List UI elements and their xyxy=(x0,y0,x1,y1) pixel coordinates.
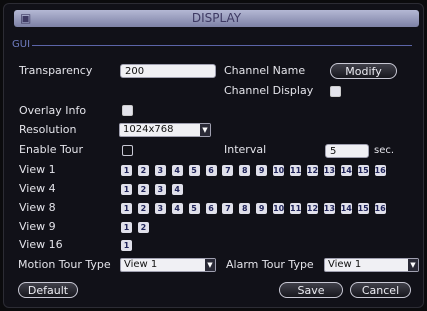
channel-display-label: Channel Display xyxy=(224,84,314,97)
view-8-label: View 8 xyxy=(19,201,56,214)
alarm-tour-type-label: Alarm Tour Type xyxy=(226,258,314,271)
enable-tour-checkbox[interactable] xyxy=(122,145,133,156)
view-4-channels: 1234 xyxy=(121,184,391,195)
view-1-channels: 1 2 3 4 5 6 7 8 9 10 11 12 13 14 15 16 xyxy=(121,165,391,176)
alarm-tour-type-select[interactable]: View 1 ▼ xyxy=(324,258,419,272)
channel-toggle[interactable]: 11 xyxy=(290,203,301,214)
channel-toggle[interactable]: 3 xyxy=(154,165,166,176)
overlay-info-checkbox[interactable] xyxy=(122,105,133,116)
channel-toggle[interactable]: 8 xyxy=(239,203,251,214)
channel-toggle[interactable]: 13 xyxy=(323,165,335,176)
dropdown-arrow-icon: ▼ xyxy=(200,124,210,136)
default-button[interactable]: Default xyxy=(18,282,78,298)
section-gui-label: GUI xyxy=(12,39,31,50)
channel-toggle[interactable]: 1 xyxy=(121,240,132,251)
channel-toggle[interactable]: 2 xyxy=(137,184,149,195)
view-16-channels: 1 xyxy=(121,240,391,251)
channel-toggle[interactable]: 1 xyxy=(121,165,132,176)
channel-toggle[interactable]: 5 xyxy=(188,165,200,176)
channel-toggle[interactable]: 13 xyxy=(323,203,335,214)
channel-toggle[interactable]: 12 xyxy=(306,165,318,176)
alarm-tour-type-value: View 1 xyxy=(328,259,362,270)
channel-toggle[interactable]: 7 xyxy=(222,165,234,176)
motion-tour-type-value: View 1 xyxy=(124,259,158,270)
motion-tour-type-select[interactable]: View 1 ▼ xyxy=(120,258,216,272)
channel-toggle[interactable]: 15 xyxy=(357,165,369,176)
enable-tour-label: Enable Tour xyxy=(19,143,84,156)
motion-tour-type-label: Motion Tour Type xyxy=(18,258,111,271)
view-1-label: View 1 xyxy=(19,163,56,176)
interval-input[interactable]: 5 xyxy=(325,144,369,158)
channel-toggle[interactable]: 2 xyxy=(137,222,149,233)
channel-toggle[interactable]: 15 xyxy=(357,203,369,214)
channel-toggle[interactable]: 4 xyxy=(171,184,183,195)
resolution-label: Resolution xyxy=(19,123,77,136)
channel-toggle[interactable]: 1 xyxy=(121,184,132,195)
view-9-channels: 12 xyxy=(121,222,391,233)
channel-toggle[interactable]: 1 xyxy=(121,203,132,214)
resolution-select[interactable]: 1024x768 ▼ xyxy=(119,123,211,137)
channel-name-label: Channel Name xyxy=(224,64,306,77)
channel-toggle[interactable]: 4 xyxy=(171,203,183,214)
transparency-label: Transparency xyxy=(19,64,93,77)
save-button[interactable]: Save xyxy=(279,282,343,298)
cancel-button[interactable]: Cancel xyxy=(350,282,411,298)
channel-toggle[interactable]: 9 xyxy=(256,203,268,214)
title-bar: ▣ DISPLAY xyxy=(14,10,419,27)
transparency-input[interactable]: 200 xyxy=(120,64,216,78)
overlay-info-label: Overlay Info xyxy=(19,104,87,117)
view-16-label: View 16 xyxy=(19,238,63,251)
channel-toggle[interactable]: 9 xyxy=(256,165,268,176)
channel-toggle[interactable]: 5 xyxy=(188,203,200,214)
dialog-title: DISPLAY xyxy=(191,11,242,25)
view-9-label: View 9 xyxy=(19,220,56,233)
view-4-label: View 4 xyxy=(19,182,56,195)
channel-toggle[interactable]: 1 xyxy=(121,222,132,233)
channel-toggle[interactable]: 2 xyxy=(137,203,149,214)
channel-toggle[interactable]: 3 xyxy=(154,203,166,214)
channel-toggle[interactable]: 10 xyxy=(273,203,284,214)
channel-toggle[interactable]: 8 xyxy=(239,165,251,176)
dropdown-arrow-icon: ▼ xyxy=(205,259,215,271)
section-divider xyxy=(32,45,412,46)
channel-toggle[interactable]: 14 xyxy=(340,203,352,214)
channel-toggle[interactable]: 16 xyxy=(374,203,386,214)
interval-label: Interval xyxy=(224,143,267,156)
view-8-channels: 1 2 3 4 5 6 7 8 9 10 11 12 13 14 15 16 xyxy=(121,203,391,214)
channel-toggle[interactable]: 4 xyxy=(171,165,183,176)
channel-toggle[interactable]: 14 xyxy=(340,165,352,176)
resolution-value: 1024x768 xyxy=(123,124,174,135)
channel-toggle[interactable]: 2 xyxy=(137,165,149,176)
channel-toggle[interactable]: 12 xyxy=(306,203,318,214)
channel-display-checkbox[interactable] xyxy=(330,86,341,97)
channel-toggle[interactable]: 16 xyxy=(374,165,386,176)
channel-toggle[interactable]: 11 xyxy=(290,165,301,176)
modify-button[interactable]: Modify xyxy=(330,63,397,79)
channel-toggle[interactable]: 3 xyxy=(154,184,166,195)
interval-unit-label: sec. xyxy=(374,145,395,156)
dropdown-arrow-icon: ▼ xyxy=(408,259,418,271)
channel-toggle[interactable]: 6 xyxy=(205,165,217,176)
channel-toggle[interactable]: 10 xyxy=(273,165,284,176)
channel-toggle[interactable]: 7 xyxy=(222,203,234,214)
channel-toggle[interactable]: 6 xyxy=(205,203,217,214)
